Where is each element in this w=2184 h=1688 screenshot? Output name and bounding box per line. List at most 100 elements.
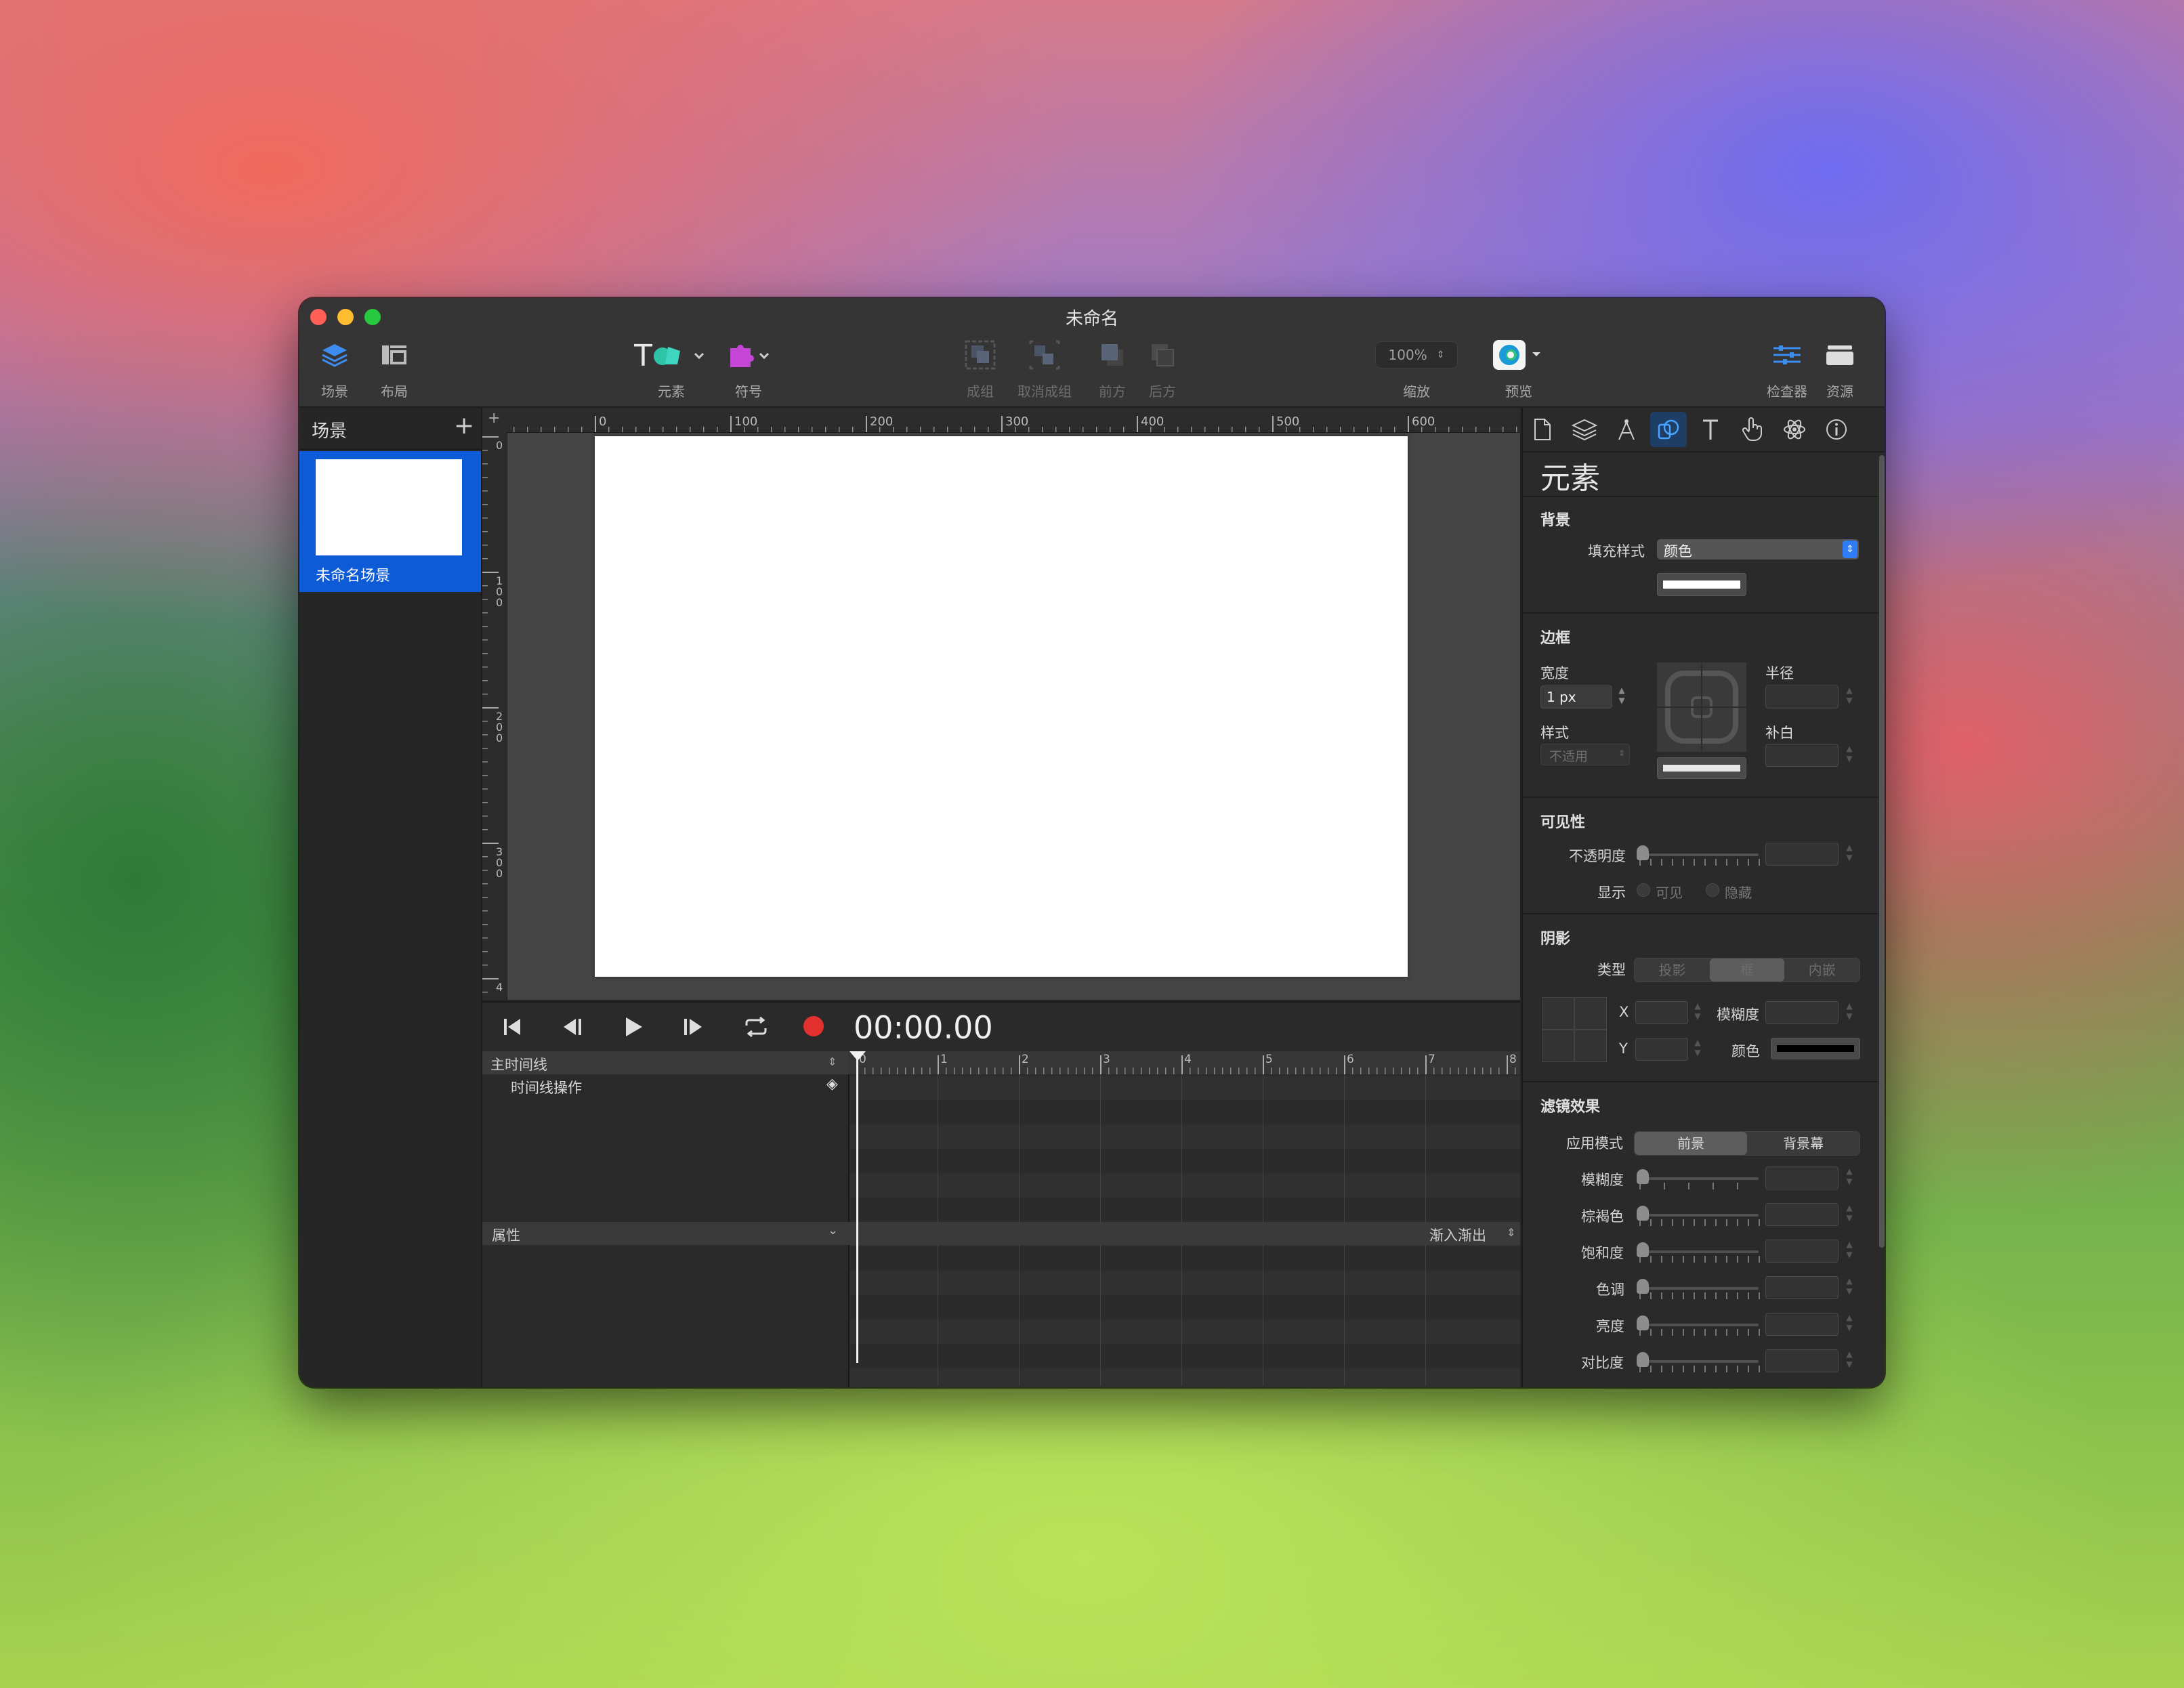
filter-saturate-field[interactable]	[1765, 1240, 1839, 1263]
info-icon	[1825, 418, 1848, 441]
send-back-button[interactable]: 后方	[1148, 339, 1177, 400]
opacity-stepper[interactable]: ▲▼	[1844, 843, 1855, 866]
tab-actions[interactable]	[1734, 412, 1771, 447]
record-button[interactable]	[803, 1016, 824, 1036]
add-keyframe-icon[interactable]: ◈	[826, 1076, 838, 1093]
step-back-button[interactable]	[560, 1015, 584, 1039]
add-scene-button[interactable]: +	[454, 412, 474, 440]
canvas-area[interactable]: + 0 100 200 300 400 500 600 0 1 0 0 2 0 …	[482, 408, 1520, 1000]
filter-blur-field[interactable]	[1765, 1166, 1839, 1189]
bring-front-button[interactable]: 前方	[1097, 339, 1127, 400]
filter-hue-field[interactable]	[1765, 1276, 1839, 1299]
filter-brightness-stepper[interactable]: ▲▼	[1844, 1313, 1855, 1336]
shadow-type-box[interactable]: 框	[1710, 958, 1785, 982]
filter-hue-slider[interactable]	[1639, 1287, 1759, 1290]
border-width-field[interactable]: 1 px	[1540, 685, 1612, 709]
apply-mode-segmented[interactable]: 前景 背景幕	[1634, 1131, 1860, 1156]
loop-button[interactable]	[742, 1015, 770, 1039]
stack-icon	[1571, 418, 1598, 441]
tab-document[interactable]	[1524, 412, 1561, 447]
filter-contrast-stepper[interactable]: ▲▼	[1844, 1349, 1855, 1372]
border-sides-picker[interactable]	[1657, 662, 1746, 752]
shadow-type-drop[interactable]: 投影	[1635, 958, 1710, 982]
filter-sepia-slider[interactable]	[1639, 1214, 1759, 1217]
padding-field[interactable]	[1765, 744, 1839, 767]
border-width-stepper[interactable]: ▲▼	[1616, 685, 1627, 709]
step-forward-button[interactable]	[681, 1015, 706, 1039]
border-style-select[interactable]: 不适用⇕	[1540, 744, 1630, 765]
tab-info[interactable]	[1818, 412, 1855, 447]
filter-contrast-knob[interactable]	[1637, 1352, 1649, 1367]
ungroup-button[interactable]: 取消成组	[1017, 339, 1072, 400]
playhead-handle[interactable]	[849, 1051, 866, 1061]
time-ruler[interactable]: 0 1 2 3 4 5 6 7 8	[848, 1051, 1520, 1074]
inspector-toggle-button[interactable]: 检查器	[1767, 339, 1807, 400]
filter-sepia-knob[interactable]	[1637, 1206, 1649, 1221]
filter-blur-slider[interactable]	[1639, 1177, 1759, 1180]
inspector-scrollbar[interactable]	[1879, 455, 1885, 1248]
tab-metrics[interactable]	[1608, 412, 1645, 447]
fill-color-well[interactable]	[1657, 573, 1746, 596]
shadow-blur-stepper[interactable]: ▲▼	[1844, 1001, 1855, 1024]
shadow-blur-field[interactable]	[1765, 1001, 1839, 1024]
filter-saturate-knob[interactable]	[1637, 1242, 1649, 1257]
layout-toggle-button[interactable]: 布局	[379, 339, 409, 400]
tab-scene[interactable]	[1566, 412, 1603, 447]
filter-sepia-stepper[interactable]: ▲▼	[1844, 1203, 1855, 1226]
filter-contrast-ticks	[1639, 1366, 1761, 1372]
filter-blur-stepper[interactable]: ▲▼	[1844, 1166, 1855, 1189]
filter-brightness-knob[interactable]	[1637, 1315, 1649, 1330]
elements-menu-button[interactable]: T 元素	[634, 339, 709, 400]
opacity-slider[interactable]	[1639, 853, 1759, 856]
padding-stepper[interactable]: ▲▼	[1844, 744, 1855, 767]
shadow-type-inset[interactable]: 内嵌	[1784, 958, 1860, 982]
shadow-type-segmented[interactable]: 投影 框 内嵌	[1634, 958, 1860, 982]
filter-contrast-slider[interactable]	[1639, 1360, 1759, 1363]
mode-foreground[interactable]: 前景	[1635, 1132, 1747, 1155]
tab-physics[interactable]	[1776, 412, 1813, 447]
shadow-color-well[interactable]	[1771, 1038, 1860, 1059]
visible-radio[interactable]	[1637, 883, 1650, 897]
zoom-field[interactable]: 100%⇕	[1375, 341, 1458, 368]
filter-sepia-field[interactable]	[1765, 1203, 1839, 1226]
shadow-direction-picker[interactable]	[1542, 997, 1607, 1062]
scene-list-item[interactable]: 未命名场景	[299, 451, 481, 592]
filter-brightness-field[interactable]	[1765, 1313, 1839, 1336]
shadow-y-field[interactable]	[1635, 1038, 1688, 1061]
filter-hue-stepper[interactable]: ▲▼	[1844, 1276, 1855, 1299]
go-to-start-button[interactable]	[500, 1015, 524, 1039]
scenes-toggle-button[interactable]: 场景	[320, 339, 350, 400]
radius-stepper[interactable]: ▲▼	[1844, 685, 1855, 709]
filter-blur-knob[interactable]	[1637, 1169, 1649, 1184]
symbols-menu-button[interactable]: 符号	[725, 339, 772, 400]
tab-element[interactable]	[1650, 412, 1687, 447]
hidden-radio[interactable]	[1706, 883, 1719, 897]
timeline-stepper-icon[interactable]: ⇕	[828, 1055, 837, 1068]
zoom-control[interactable]: 100%⇕ 缩放	[1375, 339, 1458, 400]
filter-hue-knob[interactable]	[1637, 1279, 1649, 1294]
properties-header[interactable]: 属性 ⌄ 渐入渐出 ⇕	[482, 1222, 1520, 1245]
preview-button[interactable]: 预览	[1492, 339, 1546, 400]
opacity-slider-knob[interactable]	[1637, 845, 1649, 860]
tab-text[interactable]	[1692, 412, 1729, 447]
shadow-y-stepper[interactable]: ▲▼	[1692, 1038, 1703, 1061]
filter-blur-ticks	[1639, 1183, 1761, 1189]
play-button[interactable]	[621, 1015, 645, 1039]
shadow-x-stepper[interactable]: ▲▼	[1692, 1001, 1703, 1024]
filter-contrast-field[interactable]	[1765, 1349, 1839, 1372]
filter-brightness-slider[interactable]	[1639, 1324, 1759, 1326]
border-color-well[interactable]	[1657, 757, 1746, 779]
easing-stepper-icon[interactable]: ⇕	[1507, 1226, 1515, 1239]
radius-field[interactable]	[1765, 685, 1839, 709]
fill-style-select[interactable]: 颜色 ⇕	[1657, 539, 1859, 560]
playhead[interactable]	[856, 1051, 858, 1363]
filter-saturate-slider[interactable]	[1639, 1250, 1759, 1253]
resources-toggle-button[interactable]: 资源	[1824, 339, 1856, 400]
mode-backdrop[interactable]: 背景幕	[1747, 1132, 1860, 1155]
group-button[interactable]: 成组	[963, 339, 997, 400]
shadow-x-field[interactable]	[1635, 1001, 1688, 1024]
opacity-field[interactable]	[1765, 843, 1839, 866]
chevron-down-icon[interactable]: ⌄	[828, 1223, 838, 1238]
scene-stage[interactable]	[595, 436, 1408, 977]
filter-saturate-stepper[interactable]: ▲▼	[1844, 1240, 1855, 1263]
